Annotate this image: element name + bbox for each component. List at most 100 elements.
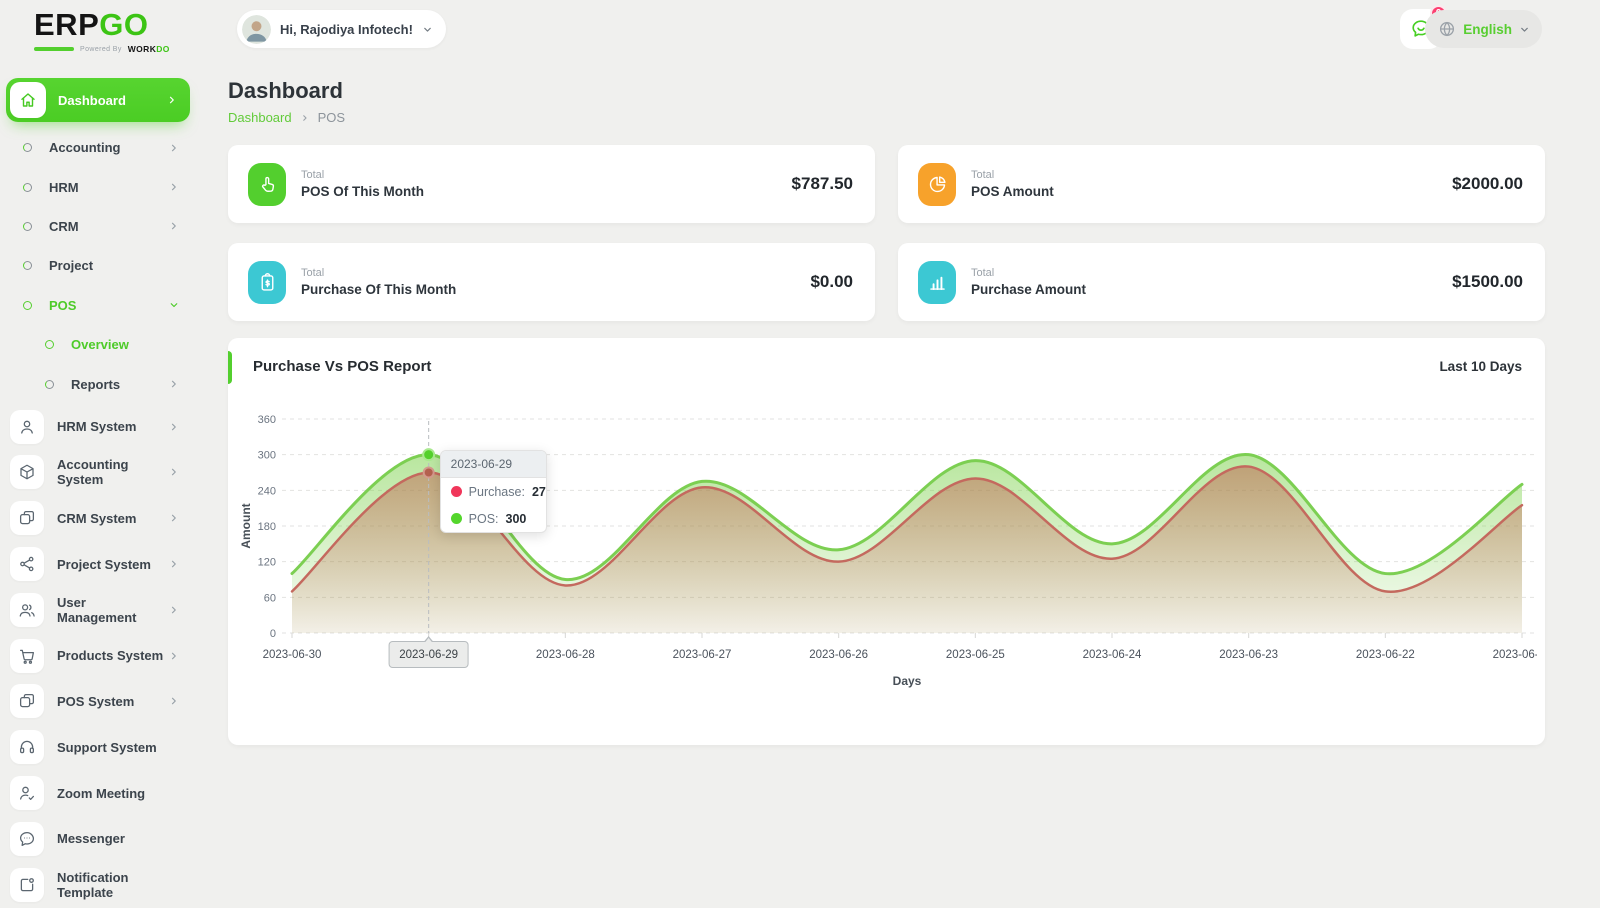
dot-circle-icon — [23, 301, 32, 310]
sidebar-item-hrm-system[interactable]: HRM System — [0, 404, 196, 450]
chevron-right-icon — [168, 650, 180, 662]
card-title: POS Amount — [971, 184, 1054, 199]
chevron-down-icon — [422, 24, 433, 35]
sidebar-item-crm-system[interactable]: CRM System — [0, 495, 196, 541]
windows-copy-icon — [10, 501, 44, 535]
card-kicker: Total — [301, 267, 456, 279]
sidebar-item-label: Dashboard — [58, 93, 166, 108]
sidebar-item-messenger[interactable]: Messenger — [0, 816, 196, 862]
svg-text:Days: Days — [893, 674, 922, 688]
stat-card-purchase-month: Total Purchase Of This Month $0.00 — [228, 243, 875, 321]
sidebar-item-pos-overview[interactable]: Overview — [0, 325, 196, 364]
area-chart[interactable]: 0601201802403003602023-06-302023-06-2820… — [236, 401, 1537, 701]
language-selector[interactable]: English — [1425, 10, 1542, 48]
svg-text:300: 300 — [258, 450, 276, 462]
tooltip-date: 2023-06-29 — [441, 451, 546, 478]
card-value: $1500.00 — [1452, 272, 1523, 292]
stat-cards: Total POS Of This Month $787.50 Total PO… — [228, 145, 1545, 321]
card-kicker: Total — [971, 169, 1054, 181]
sidebar-item-pos-reports[interactable]: Reports — [0, 364, 196, 403]
purchase-vs-pos-report-card: Purchase Vs POS Report Last 10 Days 0601… — [228, 338, 1545, 745]
chevron-right-icon — [166, 94, 178, 106]
svg-text:2023-06-27: 2023-06-27 — [673, 649, 732, 661]
avatar — [242, 15, 271, 44]
svg-text:2023-06-25: 2023-06-25 — [946, 649, 1005, 661]
card-value: $2000.00 — [1452, 174, 1523, 194]
svg-text:0: 0 — [270, 628, 276, 640]
x-axis-hover-label: 2023-06-29 — [388, 641, 469, 668]
user-greeting: Hi, Rajodiya Infotech! — [280, 22, 413, 37]
sidebar-item-support-system[interactable]: Support System — [0, 724, 196, 770]
sidebar-item-zoom-meeting[interactable]: Zoom Meeting — [0, 770, 196, 816]
sidebar-item-pos[interactable]: POS — [0, 286, 196, 325]
dot-circle-icon — [23, 143, 32, 152]
dot-circle-icon — [23, 183, 32, 192]
card-kicker: Total — [301, 169, 424, 181]
svg-text:2023-06-21: 2023-06-21 — [1493, 649, 1537, 661]
user-menu-button[interactable]: Hi, Rajodiya Infotech! — [237, 10, 446, 48]
svg-text:2023-06-23: 2023-06-23 — [1219, 649, 1278, 661]
sidebar-item-user-management[interactable]: User Management — [0, 587, 196, 633]
erpgo-logo[interactable]: ERPGO Powered By WORKDO — [34, 9, 170, 54]
sidebar: Dashboard Accounting HRM CRM Project POS… — [0, 78, 196, 908]
user-icon — [10, 410, 44, 444]
breadcrumb: Dashboard POS — [228, 110, 1545, 125]
workdo-label: WORKDO — [128, 44, 170, 54]
svg-text:Amount: Amount — [239, 503, 253, 548]
chevron-right-icon — [168, 181, 180, 193]
card-accent-bar — [228, 351, 232, 384]
language-label: English — [1463, 22, 1512, 37]
sidebar-item-dashboard[interactable]: Dashboard — [6, 78, 190, 122]
cube-icon — [10, 455, 44, 489]
sidebar-item-notification-template[interactable]: Notification Template — [0, 862, 196, 908]
users-icon — [10, 593, 44, 627]
chevron-right-icon — [168, 695, 180, 707]
pie-chart-icon — [918, 163, 956, 206]
sidebar-item-project-system[interactable]: Project System — [0, 541, 196, 587]
globe-icon — [1438, 20, 1456, 38]
sidebar-item-project[interactable]: Project — [0, 246, 196, 285]
card-title: Purchase Of This Month — [301, 282, 456, 297]
dot-circle-icon — [45, 340, 54, 349]
chevron-right-icon — [168, 604, 180, 616]
headset-icon — [10, 730, 44, 764]
cart-icon — [10, 639, 44, 673]
svg-text:60: 60 — [264, 592, 276, 604]
home-icon — [10, 82, 46, 118]
svg-text:2023-06-24: 2023-06-24 — [1083, 649, 1142, 661]
report-range-label: Last 10 Days — [1439, 359, 1522, 374]
purchase-series-dot — [451, 486, 462, 497]
chat-bubble-icon — [10, 822, 44, 856]
sidebar-item-accounting-system[interactable]: Accounting System — [0, 450, 196, 496]
svg-text:240: 240 — [258, 485, 276, 497]
chevron-right-icon — [168, 421, 180, 433]
chevron-right-icon — [300, 113, 310, 123]
chart-tooltip: 2023-06-29 Purchase: 270 POS: 300 — [440, 450, 547, 533]
main-content: Dashboard Dashboard POS Total POS Of Thi… — [228, 80, 1545, 745]
sidebar-item-products-system[interactable]: Products System — [0, 633, 196, 679]
chevron-right-icon — [168, 378, 180, 390]
windows-copy-icon — [10, 684, 44, 718]
svg-text:2023-06-30: 2023-06-30 — [263, 649, 322, 661]
user-check-icon — [10, 776, 44, 810]
card-title: Purchase Amount — [971, 282, 1086, 297]
chevron-down-icon — [168, 299, 180, 311]
chevron-right-icon — [168, 220, 180, 232]
chevron-right-icon — [168, 466, 180, 478]
svg-text:2023-06-26: 2023-06-26 — [809, 649, 868, 661]
sidebar-item-accounting[interactable]: Accounting — [0, 128, 196, 167]
sidebar-item-hrm[interactable]: HRM — [0, 167, 196, 206]
card-kicker: Total — [971, 267, 1086, 279]
dot-circle-icon — [23, 222, 32, 231]
sidebar-item-pos-system[interactable]: POS System — [0, 679, 196, 725]
stat-card-pos-month: Total POS Of This Month $787.50 — [228, 145, 875, 223]
page-title: Dashboard — [228, 80, 1545, 102]
breadcrumb-dashboard-link[interactable]: Dashboard — [228, 110, 292, 125]
report-title: Purchase Vs POS Report — [253, 358, 431, 375]
sidebar-item-crm[interactable]: CRM — [0, 207, 196, 246]
card-title: POS Of This Month — [301, 184, 424, 199]
svg-text:360: 360 — [258, 414, 276, 426]
notification-template-icon — [10, 868, 44, 902]
stat-card-pos-amount: Total POS Amount $2000.00 — [898, 145, 1545, 223]
chevron-right-icon — [168, 558, 180, 570]
